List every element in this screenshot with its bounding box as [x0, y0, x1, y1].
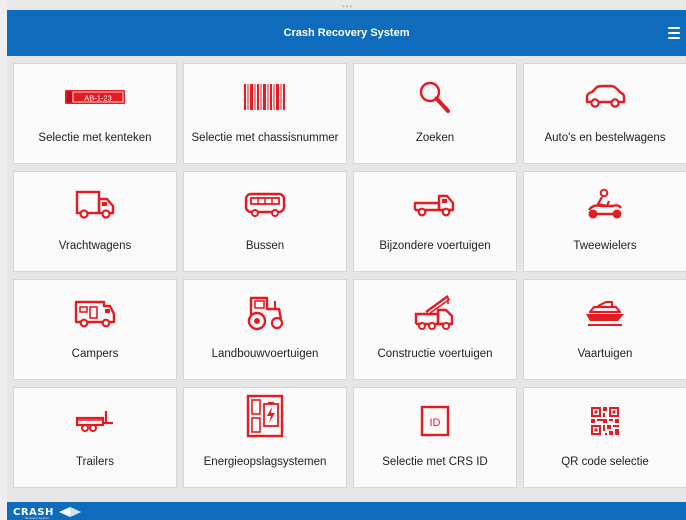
special-vehicle-icon	[413, 194, 455, 217]
app-window: ••• Crash Recovery System AB-1-23 Select…	[7, 0, 686, 520]
tile-label: Bijzondere voertuigen	[379, 239, 491, 252]
license-plate-icon: AB-1-23	[65, 90, 125, 104]
tile-label: Tweewielers	[573, 239, 637, 252]
tile-vrachtwagens[interactable]: Vrachtwagens	[13, 171, 177, 272]
tile-selectie-met-chassisnummer[interactable]: Selectie met chassisnummer	[183, 63, 347, 164]
plate-text: AB-1-23	[84, 93, 112, 102]
footer-bar: CRASH Recovery System	[7, 502, 686, 520]
qr-code-icon	[591, 407, 619, 435]
crash-logo: CRASH Recovery System	[13, 505, 83, 520]
barcode-icon	[244, 84, 285, 110]
trailer-icon	[75, 411, 113, 432]
tile-trailers[interactable]: Trailers	[13, 387, 177, 488]
tractor-icon	[247, 296, 284, 331]
truck-icon	[75, 190, 115, 219]
tile-tweewielers[interactable]: Tweewielers	[523, 171, 686, 272]
boat-icon	[586, 301, 624, 326]
tile-label: Campers	[71, 347, 119, 360]
tile-label: Landbouwvoertuigen	[211, 347, 319, 360]
tile-label: Constructie voertuigen	[377, 347, 493, 360]
tile-label: Auto's en bestelwagens	[544, 131, 666, 144]
crane-truck-icon	[414, 295, 454, 330]
magnifier-icon	[419, 81, 450, 113]
status-strip: •••	[7, 0, 686, 11]
tile-zoeken[interactable]: Zoeken	[353, 63, 517, 164]
tile-label: QR code selectie	[561, 455, 649, 468]
hamburger-menu-icon[interactable]	[668, 27, 680, 39]
camper-icon	[74, 300, 116, 328]
tile-vaartuigen[interactable]: Vaartuigen	[523, 279, 686, 380]
car-icon	[585, 84, 626, 108]
bus-icon	[244, 192, 286, 217]
tile-selectie-met-crs-id[interactable]: ID Selectie met CRS ID	[353, 387, 517, 488]
navigation-bar: Crash Recovery System	[7, 10, 686, 56]
tile-campers[interactable]: Campers	[13, 279, 177, 380]
tile-autos-en-bestelwagens[interactable]: Auto's en bestelwagens	[523, 63, 686, 164]
page-title: Crash Recovery System	[283, 27, 410, 39]
tile-label: Zoeken	[415, 131, 455, 144]
tile-bijzondere-voertuigen[interactable]: Bijzondere voertuigen	[353, 171, 517, 272]
tile-label: Selectie met chassisnummer	[191, 131, 339, 144]
tile-label: Vaartuigen	[577, 347, 633, 360]
tile-label: Bussen	[245, 239, 285, 252]
tile-label: Energieopslagsystemen	[203, 455, 327, 468]
motorcycle-icon	[588, 188, 622, 219]
logo-subtext: Recovery System	[25, 516, 49, 520]
tile-bussen[interactable]: Bussen	[183, 171, 347, 272]
tile-label: Vrachtwagens	[58, 239, 132, 252]
id-badge-text: ID	[430, 417, 441, 429]
id-icon: ID	[420, 405, 450, 437]
tile-selectie-met-kenteken[interactable]: AB-1-23 Selectie met kenteken	[13, 63, 177, 164]
tile-label: Trailers	[76, 455, 114, 468]
energy-storage-icon	[246, 394, 284, 438]
logo-diamond-icon	[58, 507, 81, 517]
tile-constructie-voertuigen[interactable]: Constructie voertuigen	[353, 279, 517, 380]
tile-qr-code-selectie[interactable]: QR code selectie	[523, 387, 686, 488]
tile-energieopslagsystemen[interactable]: Energieopslagsystemen	[183, 387, 347, 488]
tile-landbouwvoertuigen[interactable]: Landbouwvoertuigen	[183, 279, 347, 380]
tile-label: Selectie met CRS ID	[382, 455, 488, 468]
tile-label: Selectie met kenteken	[38, 131, 152, 144]
